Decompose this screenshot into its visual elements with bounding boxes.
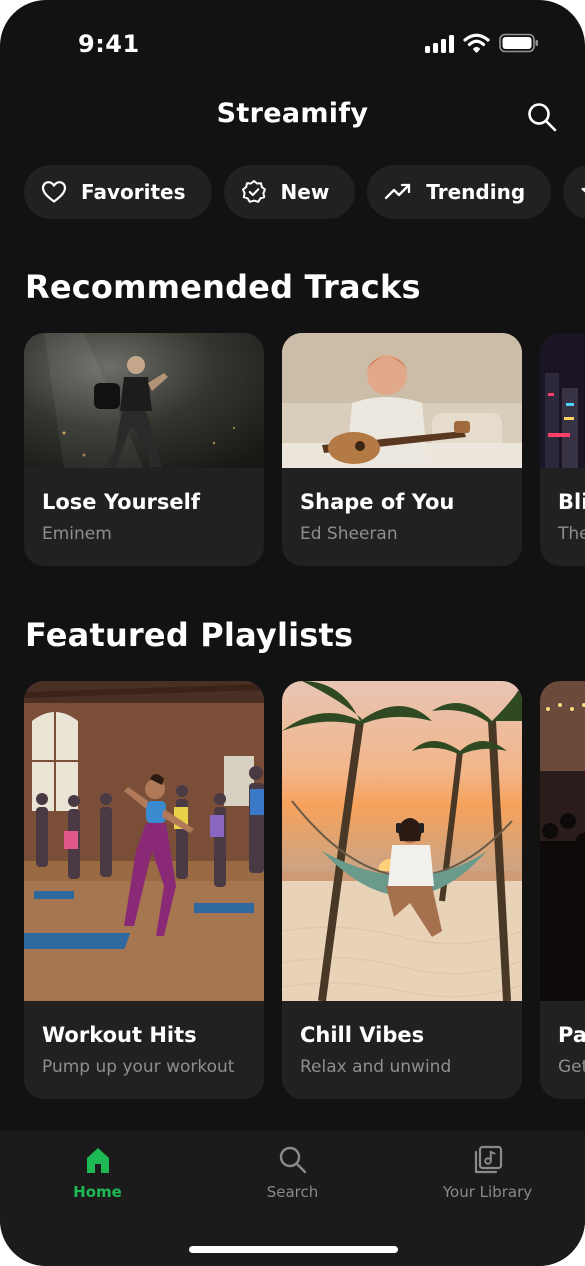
track-title: Bli <box>558 490 585 514</box>
section-title-featured: Featured Playlists <box>25 616 354 654</box>
nav-label: Search <box>266 1183 319 1201</box>
playlist-cover-image <box>282 681 522 1001</box>
playlist-subtitle: Get <box>558 1057 585 1077</box>
star-icon <box>581 187 585 193</box>
chip-new[interactable]: New <box>223 165 356 219</box>
filter-chips: Favorites New Trending <box>24 165 585 219</box>
cellular-signal-icon <box>425 34 454 53</box>
wifi-icon <box>463 33 490 53</box>
nav-label: Home <box>73 1183 122 1201</box>
badge-check-icon <box>241 180 266 203</box>
playlist-subtitle: Pump up your workout <box>42 1057 235 1077</box>
playlist-title: Chill Vibes <box>300 1023 425 1047</box>
playlist-card[interactable]: Workout Hits Pump up your workout <box>24 681 264 1099</box>
search-icon[interactable] <box>526 101 558 133</box>
featured-playlists-row: Workout Hits Pump up your workout Chill … <box>24 681 585 1099</box>
chip-trending[interactable]: Trending <box>367 165 552 219</box>
chip-favorites[interactable]: Favorites <box>24 165 212 219</box>
chip-more[interactable] <box>563 165 585 219</box>
track-artist: Eminem <box>42 524 112 544</box>
playlist-subtitle: Relax and unwind <box>300 1057 452 1077</box>
track-cover-image <box>540 333 585 468</box>
playlist-card[interactable]: Pa Get <box>540 681 585 1099</box>
playlist-card[interactable]: Chill Vibes Relax and unwind <box>282 681 522 1099</box>
track-card[interactable]: Bli The <box>540 333 585 566</box>
chip-label: Favorites <box>81 180 186 204</box>
recommended-tracks-row: Lose Yourself Eminem Shape of You Ed She… <box>24 333 585 566</box>
battery-icon <box>499 33 538 53</box>
playlist-cover-image <box>540 681 585 1001</box>
track-cover-image <box>24 333 264 468</box>
home-indicator <box>189 1246 398 1253</box>
nav-item-search[interactable]: Search <box>195 1145 390 1201</box>
track-title: Lose Yourself <box>42 490 200 514</box>
section-title-recommended: Recommended Tracks <box>25 268 421 306</box>
search-icon <box>279 1146 306 1174</box>
playlist-title: Workout Hits <box>42 1023 197 1047</box>
status-bar: 9:41 <box>0 0 585 90</box>
track-artist: The <box>558 524 585 544</box>
track-title: Shape of You <box>300 490 455 514</box>
chip-label: Trending <box>426 180 526 204</box>
nav-item-library[interactable]: Your Library <box>390 1145 585 1201</box>
library-icon <box>474 1145 502 1174</box>
phone-screen: 9:41 Streamify Favorites New Trending Re… <box>0 0 585 1266</box>
chip-label: New <box>280 180 330 204</box>
nav-label: Your Library <box>442 1183 533 1201</box>
trending-up-icon <box>385 183 411 200</box>
track-card[interactable]: Lose Yourself Eminem <box>24 333 264 566</box>
home-icon <box>86 1148 109 1173</box>
nav-item-home[interactable]: Home <box>0 1145 195 1201</box>
heart-icon <box>41 181 67 203</box>
track-cover-image <box>282 333 522 468</box>
playlist-cover-image <box>24 681 264 1001</box>
app-title: Streamify <box>216 98 369 129</box>
track-card[interactable]: Shape of You Ed Sheeran <box>282 333 522 566</box>
status-icons <box>425 33 539 53</box>
playlist-title: Pa <box>558 1023 585 1047</box>
track-artist: Ed Sheeran <box>300 524 398 544</box>
status-time: 9:41 <box>78 30 140 58</box>
